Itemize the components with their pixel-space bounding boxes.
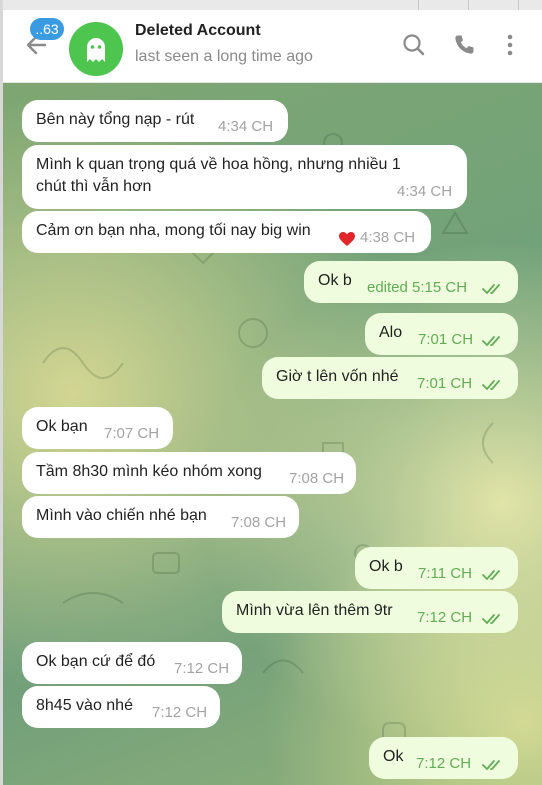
phone-icon: [455, 35, 474, 54]
call-button[interactable]: [451, 32, 477, 58]
incoming-message[interactable]: Bên này tổng nạp - rút 4:34 CH: [22, 100, 288, 142]
double-check-icon: [482, 284, 500, 294]
message-text: Mình vào chiến nhé bạn: [36, 507, 207, 524]
outgoing-message[interactable]: Alo 7:01 CH: [365, 313, 518, 355]
message-text-line-2: chút thì vẫn hơn: [36, 178, 152, 195]
message-time: 7:08 CH: [231, 514, 287, 531]
message-time: 7:12 CH: [152, 704, 208, 721]
message-time: 7:08 CH: [289, 470, 345, 487]
message-time: 7:12 CH: [174, 660, 230, 677]
ghost-avatar-icon: [87, 38, 105, 62]
message-text: Giờ t lên vốn nhé: [276, 368, 399, 385]
message-text: Ok: [383, 748, 404, 765]
outgoing-message[interactable]: Ok b 7:11 CH: [355, 547, 518, 589]
message-text: Mình k quan trọng quá về hoa hồng, nhưng…: [36, 156, 401, 173]
incoming-message[interactable]: Cảm ơn bạn nha, mong tối nay big win 4:38…: [22, 211, 431, 253]
message-text: Tầm 8h30 mình kéo nhóm xong: [36, 463, 262, 480]
message-text: Cảm ơn bạn nha, mong tối nay big win: [36, 222, 311, 239]
message-time: 7:07 CH: [104, 425, 160, 442]
double-check-icon: [482, 760, 500, 770]
message-time: 4:34 CH: [218, 118, 274, 135]
double-check-icon: [482, 380, 500, 390]
close-window-button[interactable]: [518, 0, 531, 10]
message-text: Ok b: [369, 558, 403, 575]
outgoing-message[interactable]: Ok 7:12 CH: [369, 737, 518, 779]
incoming-message[interactable]: Ok bạn 7:07 CH: [22, 407, 173, 449]
search-icon: [403, 34, 425, 56]
incoming-message[interactable]: Tầm 8h30 mình kéo nhóm xong 7:08 CH: [22, 452, 356, 494]
message-text: Alo: [379, 324, 403, 341]
chat-header: ..63 Deleted Account last seen a long ti…: [3, 8, 542, 83]
incoming-message[interactable]: Mình k quan trọng quá về hoa hồng, nhưng…: [22, 145, 467, 209]
outgoing-message[interactable]: Ok b edited 5:15 CH: [304, 261, 518, 303]
message-time: 4:38 CH: [360, 229, 416, 246]
more-vert-icon: [507, 34, 513, 56]
message-text: Ok b: [318, 272, 352, 289]
double-check-icon: [482, 570, 500, 580]
unread-count-badge[interactable]: ..63: [30, 18, 64, 40]
more-options-button[interactable]: [497, 32, 523, 58]
message-text: Bên này tổng nạp - rút: [36, 111, 195, 128]
message-time: 7:01 CH: [418, 331, 474, 348]
message-text: Ok bạn cứ để đó: [36, 653, 156, 670]
window-edge: [0, 0, 3, 785]
window-titlebar: [0, 0, 542, 10]
incoming-message[interactable]: Mình vào chiến nhé bạn 7:08 CH: [22, 496, 299, 538]
outgoing-message[interactable]: Giờ t lên vốn nhé 7:01 CH: [262, 357, 518, 399]
avatar[interactable]: [69, 22, 123, 76]
message-text: 8h45 vào nhé: [36, 697, 133, 714]
message-text: Mình vừa lên thêm 9tr: [236, 602, 393, 619]
message-time: 7:12 CH: [416, 755, 472, 772]
message-text: Ok bạn: [36, 418, 88, 435]
double-check-icon: [482, 336, 500, 346]
maximize-button[interactable]: [468, 0, 481, 10]
last-seen-status: last seen a long time ago: [135, 48, 313, 65]
incoming-message[interactable]: Ok bạn cứ để đó 7:12 CH: [22, 642, 242, 684]
message-time: 7:01 CH: [417, 375, 473, 392]
minimize-button[interactable]: [418, 0, 431, 10]
message-list[interactable]: 4:33 CHBên này tổng nạp - rút4:34 CHMình…: [3, 83, 542, 785]
incoming-message[interactable]: 8h45 vào nhé 7:12 CH: [22, 686, 220, 728]
message-time: 7:11 CH: [418, 565, 472, 582]
double-check-icon: [482, 614, 500, 624]
outgoing-message[interactable]: Mình vừa lên thêm 9tr 7:12 CH: [222, 591, 518, 633]
contact-name[interactable]: Deleted Account: [135, 22, 261, 40]
message-time: 4:34 CH: [397, 183, 453, 200]
message-time: 7:12 CH: [417, 609, 473, 626]
search-button[interactable]: [401, 32, 427, 58]
message-time: edited 5:15 CH: [367, 279, 468, 296]
heart-reaction-icon[interactable]: [338, 231, 356, 247]
